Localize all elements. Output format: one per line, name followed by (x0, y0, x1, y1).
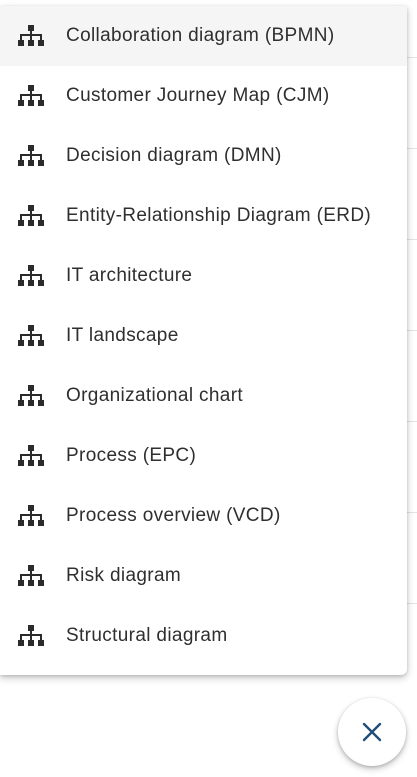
menu-item-risk-diagram[interactable]: Risk diagram (0, 546, 407, 606)
diagram-hierarchy-icon (17, 385, 45, 407)
menu-item-label: Process (EPC) (66, 445, 197, 466)
diagram-hierarchy-icon (17, 25, 45, 47)
close-icon (361, 721, 383, 743)
diagram-hierarchy-icon (17, 265, 45, 287)
menu-item-structural-diagram[interactable]: Structural diagram (0, 606, 407, 666)
diagram-hierarchy-icon (17, 505, 45, 527)
diagram-hierarchy-icon (17, 145, 45, 167)
diagram-hierarchy-icon (17, 565, 45, 587)
menu-item-label: Structural diagram (66, 625, 228, 646)
menu-item-label: Entity-Relationship Diagram (ERD) (66, 205, 372, 226)
close-menu-button[interactable] (338, 698, 406, 766)
menu-item-decision-diagram[interactable]: Decision diagram (DMN) (0, 126, 407, 186)
menu-item-label: Risk diagram (66, 565, 182, 586)
menu-item-label: Process overview (VCD) (66, 505, 281, 526)
diagram-hierarchy-icon (17, 325, 45, 347)
menu-item-it-architecture[interactable]: IT architecture (0, 246, 407, 306)
menu-item-process-epc[interactable]: Process (EPC) (0, 426, 407, 486)
menu-item-organizational-chart[interactable]: Organizational chart (0, 366, 407, 426)
menu-item-label: IT architecture (66, 265, 193, 286)
menu-item-label: IT landscape (66, 325, 179, 346)
diagram-hierarchy-icon (17, 625, 45, 647)
menu-item-label: Decision diagram (DMN) (66, 145, 282, 166)
diagram-type-menu: Collaboration diagram (BPMN) Customer Jo… (0, 6, 407, 675)
menu-item-label: Customer Journey Map (CJM) (66, 85, 330, 106)
menu-item-customer-journey-map[interactable]: Customer Journey Map (CJM) (0, 66, 407, 126)
diagram-hierarchy-icon (17, 85, 45, 107)
menu-item-it-landscape[interactable]: IT landscape (0, 306, 407, 366)
menu-item-entity-relationship-diagram[interactable]: Entity-Relationship Diagram (ERD) (0, 186, 407, 246)
diagram-hierarchy-icon (17, 445, 45, 467)
menu-item-label: Organizational chart (66, 385, 244, 406)
diagram-hierarchy-icon (17, 205, 45, 227)
menu-item-process-overview[interactable]: Process overview (VCD) (0, 486, 407, 546)
menu-item-collaboration-diagram[interactable]: Collaboration diagram (BPMN) (0, 6, 407, 66)
menu-item-label: Collaboration diagram (BPMN) (66, 25, 335, 46)
